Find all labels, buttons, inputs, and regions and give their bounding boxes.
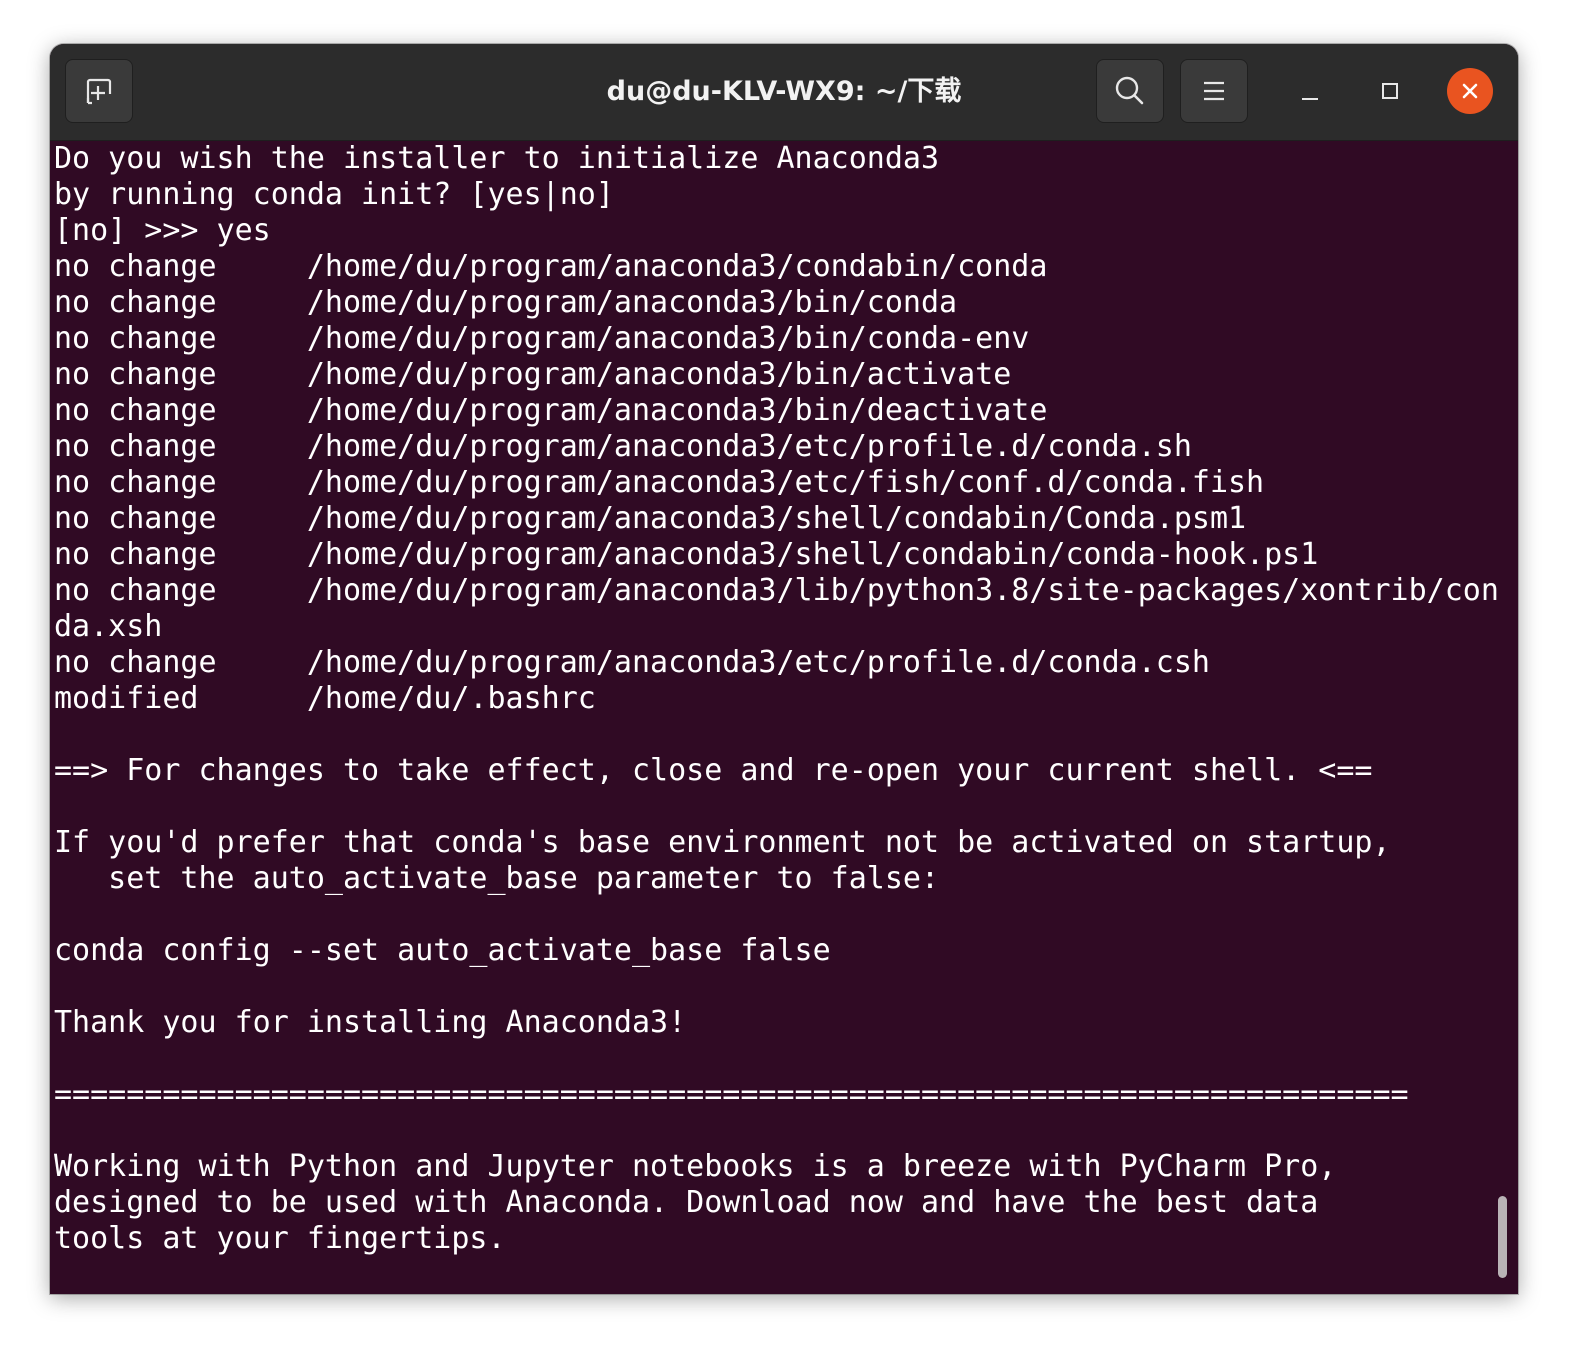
maximize-icon [1382, 83, 1398, 99]
new-tab-icon [86, 78, 112, 105]
new-tab-button[interactable] [65, 59, 133, 123]
terminal-line: no change /home/du/program/anaconda3/con… [54, 249, 1048, 284]
close-icon [1462, 83, 1478, 99]
terminal-line: no change /home/du/program/anaconda3/lib… [54, 573, 1499, 608]
search-button[interactable] [1096, 59, 1164, 123]
terminal-line: by running conda init? [yes|no] [54, 177, 614, 212]
terminal-line: conda config --set auto_activate_base fa… [54, 933, 831, 968]
maximize-button[interactable] [1367, 68, 1413, 114]
terminal-line: designed to be used with Anaconda. Downl… [54, 1185, 1319, 1220]
terminal-line: ==> For changes to take effect, close an… [54, 753, 1373, 788]
minimize-button[interactable] [1287, 68, 1333, 114]
terminal-scrollbar[interactable] [1498, 1196, 1507, 1278]
terminal-line: da.xsh [54, 609, 163, 644]
terminal-line: Working with Python and Jupyter notebook… [54, 1149, 1337, 1184]
close-button[interactable] [1447, 68, 1493, 114]
terminal-line: Do you wish the installer to initialize … [54, 141, 940, 176]
terminal-line: no change /home/du/program/anaconda3/she… [54, 501, 1247, 536]
terminal-line: no change /home/du/program/anaconda3/etc… [54, 465, 1265, 500]
title-bar: du@du-KLV-WX9: ~/下载 [50, 44, 1518, 141]
terminal-line: modified /home/du/.bashrc [54, 681, 596, 716]
terminal-line: set the auto_activate_base parameter to … [54, 861, 940, 896]
minimize-icon [1302, 98, 1318, 100]
terminal-output[interactable]: Do you wish the installer to initialize … [50, 141, 1518, 1294]
terminal-line: [no] >>> yes [54, 213, 271, 248]
terminal-line: no change /home/du/program/anaconda3/etc… [54, 645, 1210, 680]
terminal-line: tools at your fingertips. [54, 1221, 506, 1256]
menu-button[interactable] [1180, 59, 1248, 123]
terminal-line: ========================================… [54, 1077, 1409, 1112]
terminal-line: no change /home/du/program/anaconda3/bin… [54, 393, 1048, 428]
search-icon [1115, 76, 1144, 105]
hamburger-menu-icon [1204, 81, 1224, 101]
terminal-line: no change /home/du/program/anaconda3/bin… [54, 285, 958, 320]
terminal-line: no change /home/du/program/anaconda3/bin… [54, 321, 1030, 356]
terminal-window: du@du-KLV-WX9: ~/下载 Do you wish the inst… [50, 44, 1518, 1294]
terminal-line: no change /home/du/program/anaconda3/she… [54, 537, 1319, 572]
terminal-line: Thank you for installing Anaconda3! [54, 1005, 687, 1040]
terminal-line: no change /home/du/program/anaconda3/etc… [54, 429, 1192, 464]
terminal-line: If you'd prefer that conda's base enviro… [54, 825, 1391, 860]
terminal-line: no change /home/du/program/anaconda3/bin… [54, 357, 1012, 392]
